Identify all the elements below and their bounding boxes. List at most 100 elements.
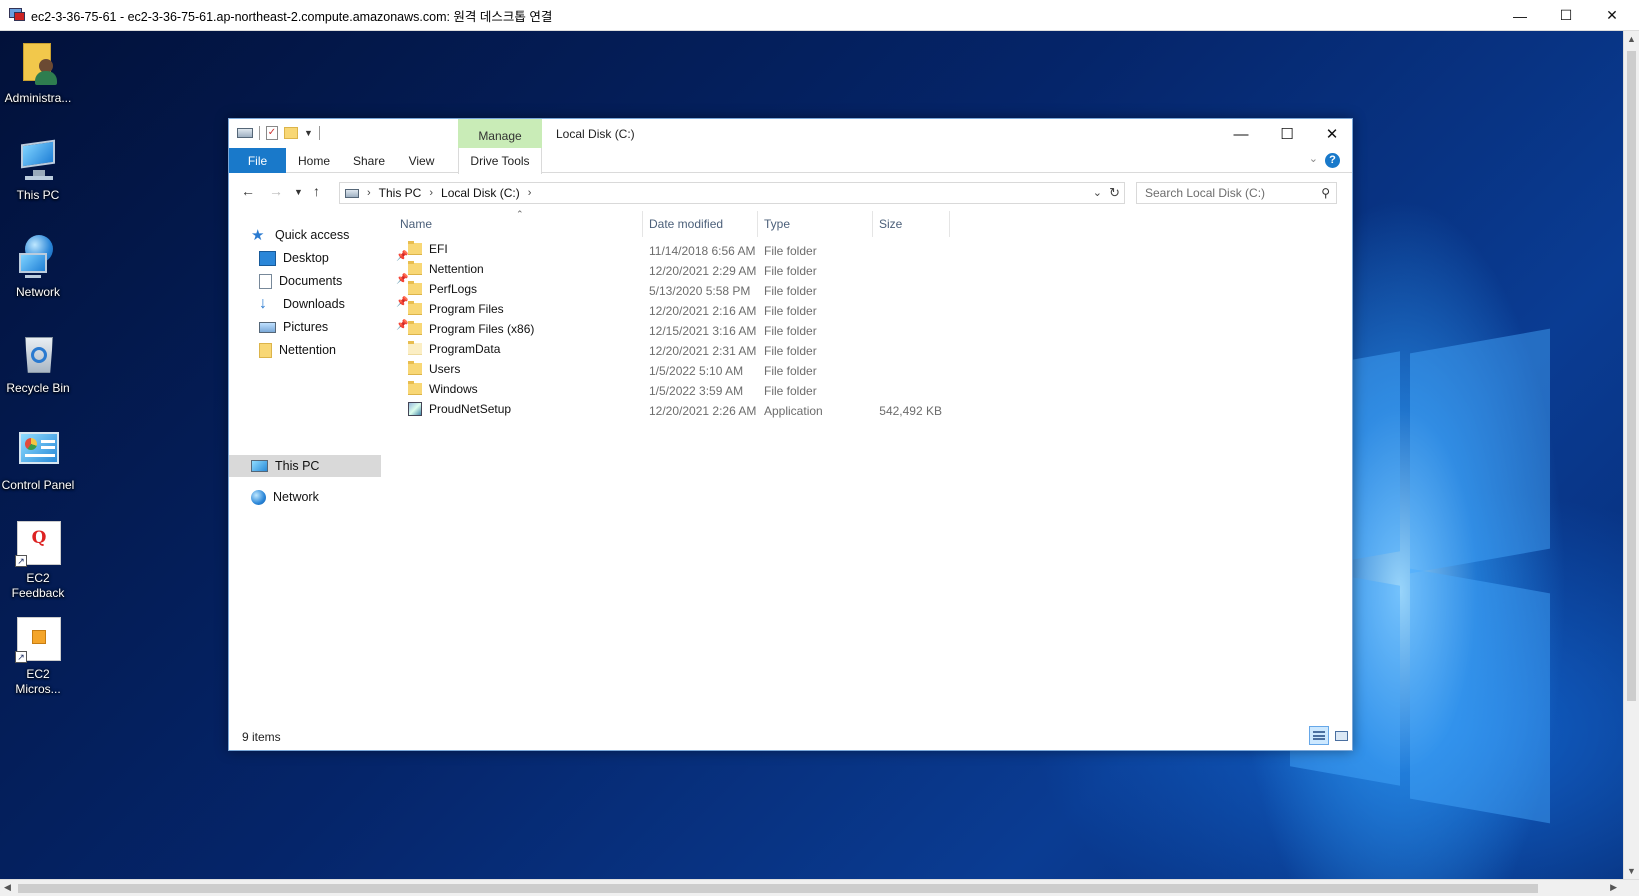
breadcrumb-local-disk[interactable]: Local Disk (C:) (441, 186, 520, 200)
address-box[interactable]: › This PC › Local Disk (C:) › ⌄ ↻ (339, 182, 1125, 204)
desktop-icon-ec2-micros[interactable]: ↗ EC2 Micros... (0, 617, 76, 697)
column-header-name[interactable]: Name (394, 211, 640, 237)
file-row[interactable]: Program Files 12/20/2021 2:16 AM File fo… (394, 300, 954, 320)
desktop-icon-label: Recycle Bin (6, 381, 70, 395)
nav-item-nettention[interactable]: Nettention (259, 339, 336, 361)
up-arrow-icon[interactable]: ↑ (313, 183, 320, 199)
column-divider[interactable] (949, 211, 950, 237)
details-view-button[interactable] (1309, 726, 1329, 745)
pictures-icon (259, 321, 276, 333)
tab-file[interactable]: File (229, 148, 286, 173)
explorer-close-button[interactable]: ✕ (1309, 119, 1355, 149)
folder-icon (408, 321, 422, 335)
file-row[interactable]: EFI 11/14/2018 6:56 AM File folder (394, 240, 954, 260)
desktop-icon-ec2-feedback[interactable]: Q ↗ EC2 Feedback (0, 521, 76, 601)
file-row[interactable]: Program Files (x86) 12/15/2021 3:16 AM F… (394, 320, 954, 340)
breadcrumb-chevron-icon[interactable]: › (367, 187, 371, 199)
nav-item-pictures[interactable]: Pictures 📌 (259, 316, 409, 338)
file-type: File folder (764, 284, 817, 298)
file-date: 11/14/2018 6:56 AM (649, 244, 756, 258)
explorer-window-title: Local Disk (C:) (556, 127, 635, 141)
drive-icon[interactable] (237, 128, 253, 138)
refresh-icon[interactable]: ↻ (1109, 185, 1120, 201)
rdp-window-title: ec2-3-36-75-61 - ec2-3-36-75-61.ap-north… (31, 9, 553, 24)
nav-item-label: Quick access (275, 228, 350, 242)
desktop-icon-control-panel[interactable]: Control Panel (0, 428, 76, 493)
windows-logo-pane (1410, 568, 1550, 824)
column-header-date[interactable]: Date modified (643, 211, 757, 237)
file-name: Users (429, 362, 461, 376)
rdp-close-button[interactable]: ✕ (1589, 0, 1635, 31)
explorer-minimize-button[interactable]: — (1218, 119, 1264, 149)
rdp-horizontal-scrollbar[interactable]: ◀ ▶ (0, 879, 1639, 896)
new-folder-icon[interactable] (284, 127, 298, 139)
horizontal-scroll-thumb[interactable] (18, 884, 1538, 893)
file-row[interactable]: ProudNetSetup 12/20/2021 2:26 AM Applica… (394, 400, 954, 420)
desktop-icon-this-pc[interactable]: This PC (0, 138, 76, 203)
file-date: 1/5/2022 5:10 AM (649, 364, 744, 378)
nav-item-this-pc[interactable]: This PC (251, 455, 319, 477)
file-type: File folder (764, 364, 817, 378)
scroll-left-icon[interactable]: ◀ (4, 882, 11, 893)
file-row[interactable]: Nettention 12/20/2021 2:29 AM File folde… (394, 260, 954, 280)
large-icons-view-button[interactable] (1331, 726, 1351, 745)
scroll-up-icon[interactable]: ▲ (1627, 34, 1636, 44)
nav-item-network[interactable]: Network (251, 486, 319, 508)
forward-arrow-icon[interactable]: → (269, 183, 283, 199)
item-count: 9 items (242, 730, 281, 744)
file-explorer-window: ✓ ▼ Manage Local Disk (C:) — ☐ ✕ File Ho… (228, 118, 1353, 751)
breadcrumb-chevron-icon[interactable]: › (528, 187, 532, 199)
file-type: File folder (764, 324, 817, 338)
nav-item-documents[interactable]: Documents 📌 (259, 270, 409, 292)
desktop-icon-network[interactable]: Network (0, 235, 76, 300)
nav-item-quick-access[interactable]: ★ Quick access (251, 224, 349, 246)
file-row[interactable]: Windows 1/5/2022 3:59 AM File folder (394, 380, 954, 400)
desktop-icon-label: EC2 Feedback (11, 571, 65, 600)
file-row[interactable]: Users 1/5/2022 5:10 AM File folder (394, 360, 954, 380)
scroll-right-icon[interactable]: ▶ (1610, 882, 1617, 893)
desktop-icon-label: This PC (16, 188, 60, 202)
feedback-shortcut-icon: Q ↗ (15, 521, 61, 567)
column-header-size[interactable]: Size (873, 211, 949, 237)
desktop-icon-recycle-bin[interactable]: Recycle Bin (0, 331, 76, 396)
column-header-type[interactable]: Type (758, 211, 872, 237)
tab-drive-tools[interactable]: Drive Tools (458, 148, 542, 174)
nav-item-downloads[interactable]: ↓ Downloads 📌 (259, 293, 409, 315)
computer-icon (251, 460, 268, 472)
manage-context-tab[interactable]: Manage (458, 119, 542, 148)
star-icon: ★ (251, 226, 265, 244)
nav-item-desktop[interactable]: Desktop 📌 (259, 247, 409, 269)
address-bar-row: ← → ▼ ↑ › This PC › Local Disk (C:) › ⌄ … (229, 177, 1352, 207)
quick-access-toolbar: ✓ ▼ (237, 126, 320, 140)
desktop-icon-administrator[interactable]: Administra... (0, 41, 76, 106)
rdp-vertical-scrollbar[interactable]: ▲ ▼ (1623, 31, 1639, 879)
breadcrumb-chevron-icon[interactable]: › (429, 187, 433, 199)
tab-view[interactable]: View (399, 148, 444, 173)
expand-ribbon-chevron-icon[interactable]: ⌄ (1309, 152, 1318, 165)
file-row[interactable]: ProgramData 12/20/2021 2:31 AM File fold… (394, 340, 954, 360)
search-icon[interactable]: ⚲ (1321, 186, 1330, 200)
folder-icon (408, 261, 422, 275)
vertical-scroll-thumb[interactable] (1627, 51, 1636, 701)
file-row[interactable]: PerfLogs 5/13/2020 5:58 PM File folder (394, 280, 954, 300)
back-arrow-icon[interactable]: ← (241, 183, 255, 199)
breadcrumb-this-pc[interactable]: This PC (379, 186, 422, 200)
customize-toolbar-chevron-icon[interactable]: ▼ (304, 128, 313, 138)
tab-share[interactable]: Share (344, 148, 394, 173)
properties-icon[interactable]: ✓ (266, 126, 278, 140)
rdp-minimize-button[interactable]: — (1497, 0, 1543, 31)
search-box[interactable]: Search Local Disk (C:) ⚲ (1136, 182, 1337, 204)
recent-locations-chevron-icon[interactable]: ▼ (294, 187, 303, 197)
help-icon[interactable]: ? (1325, 153, 1340, 168)
explorer-maximize-button[interactable]: ☐ (1264, 119, 1310, 149)
folder-icon (408, 381, 422, 395)
rdp-maximize-button[interactable]: ☐ (1543, 0, 1589, 31)
desktop-icon-label: EC2 Micros... (15, 667, 61, 696)
address-history-chevron-icon[interactable]: ⌄ (1093, 186, 1102, 199)
file-name-cell: Nettention (408, 261, 484, 276)
tab-home[interactable]: Home (289, 148, 339, 173)
scroll-down-icon[interactable]: ▼ (1627, 866, 1636, 876)
file-name: Program Files (429, 302, 504, 316)
folder-icon (408, 281, 422, 295)
file-name: Windows (429, 382, 478, 396)
